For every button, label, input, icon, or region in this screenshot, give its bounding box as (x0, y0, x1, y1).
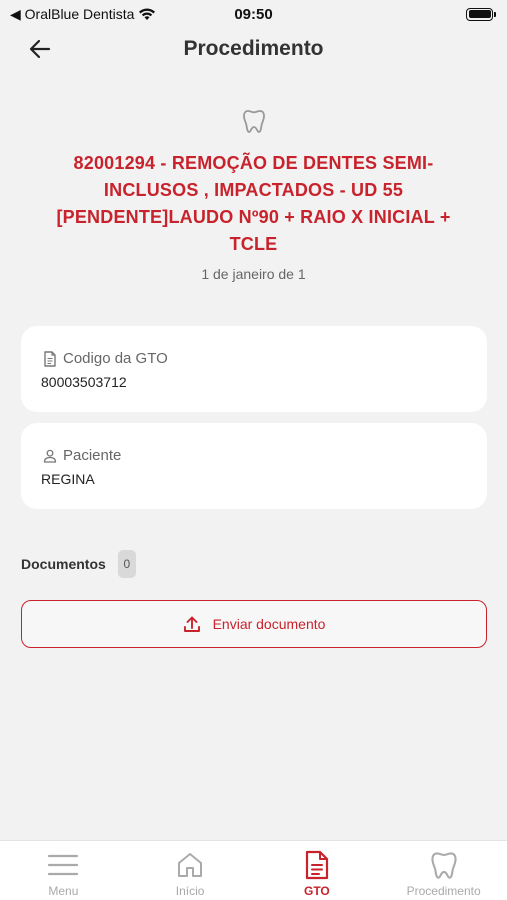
tab-home-label[interactable]: Início (176, 884, 205, 898)
patient-label-row: Paciente (43, 447, 121, 464)
battery-icon (466, 7, 496, 21)
tab-menu-label[interactable]: Menu (48, 884, 78, 898)
tab-home[interactable]: Início (127, 841, 254, 900)
person-icon (43, 449, 57, 463)
send-document-button[interactable]: Enviar documento (21, 600, 487, 648)
patient-value: REGINA (41, 471, 95, 487)
gto-card: Codigo da GTO 80003503712 (21, 326, 487, 412)
tooth-icon (241, 108, 267, 134)
home-icon (174, 849, 206, 881)
page-title: Procedimento (183, 37, 324, 60)
tab-gto-label[interactable]: GTO (304, 884, 330, 898)
status-bar: ◀ OralBlue Dentista 09:50 (0, 0, 507, 28)
menu-icon (47, 849, 79, 881)
documents-row: Documentos 0 (21, 550, 136, 578)
back-app-label[interactable]: ◀ OralBlue Dentista (10, 6, 134, 23)
tab-procedure[interactable]: Procedimento (380, 841, 507, 900)
tab-bar: Menu Início GTO Procedimento (0, 840, 507, 900)
wifi-icon (139, 8, 156, 20)
gto-label-row: Codigo da GTO (43, 350, 168, 367)
tab-procedure-label[interactable]: Procedimento (407, 884, 481, 898)
procedure-date: 1 de janeiro de 1 (201, 266, 306, 282)
back-to-app-link[interactable]: ◀ OralBlue Dentista (10, 6, 156, 23)
patient-label: Paciente (63, 447, 122, 464)
tab-menu[interactable]: Menu (0, 841, 127, 900)
tab-gto[interactable]: GTO (254, 841, 381, 900)
gto-label: Codigo da GTO (63, 350, 168, 367)
procedure-title: 82001294 - REMOÇÃO DE DENTES SEMI-INCLUS… (56, 153, 451, 254)
tooth-tab-icon (428, 849, 460, 881)
upload-icon (183, 616, 200, 632)
documents-label: Documentos (21, 556, 106, 572)
send-document-label[interactable]: Enviar documento (213, 616, 326, 632)
patient-card: Paciente REGINA (21, 423, 487, 509)
document-icon (44, 350, 56, 367)
gto-value: 80003503712 (41, 374, 127, 390)
gto-document-icon (301, 849, 333, 881)
header: Procedimento (0, 28, 507, 70)
documents-count-badge: 0 (117, 550, 136, 578)
